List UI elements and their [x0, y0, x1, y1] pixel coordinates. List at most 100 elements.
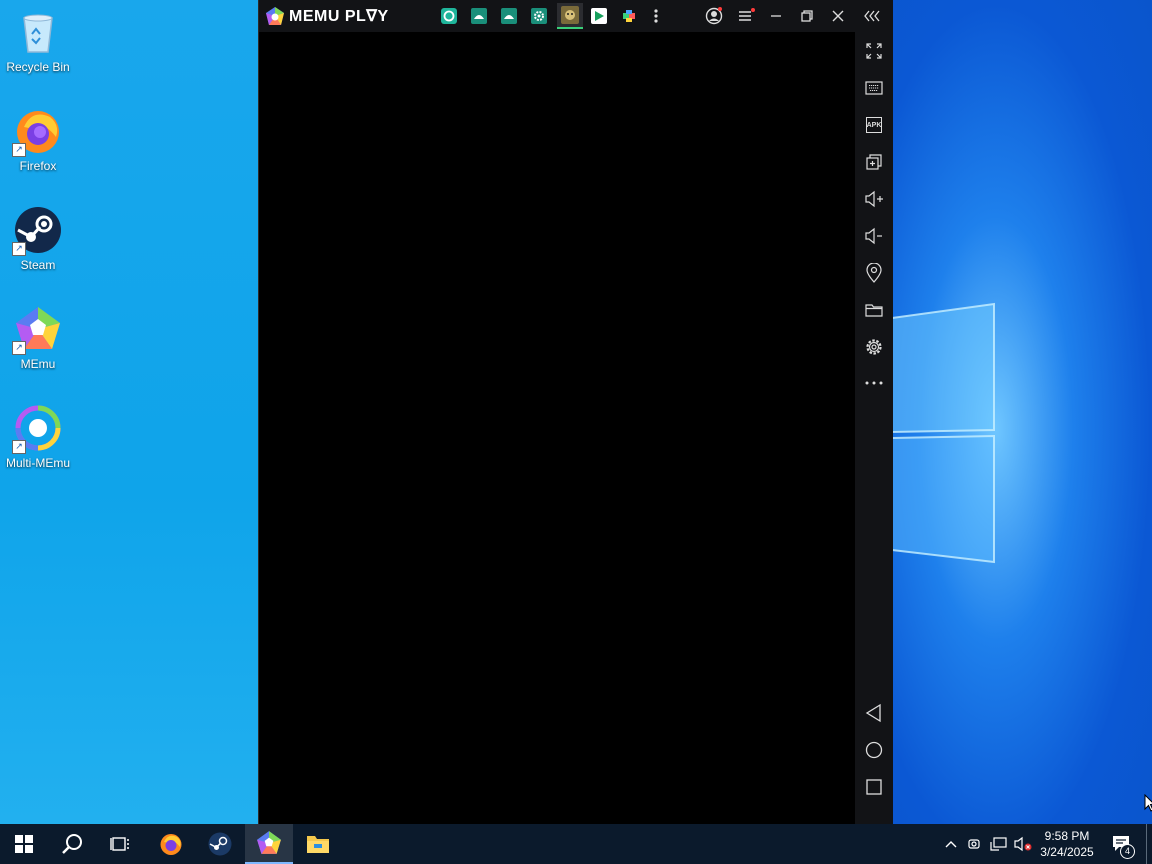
desktop-icon-label: MEmu: [20, 357, 56, 371]
desktop-icon-memu[interactable]: ↗ MEmu: [0, 297, 76, 371]
hamburger-menu-icon: [739, 8, 755, 21]
sidebar-folder-button[interactable]: [855, 295, 893, 325]
tab-app-google-play[interactable]: [589, 6, 609, 26]
memu-sidebar: APK: [855, 32, 893, 824]
puzzle-icon: [623, 10, 635, 22]
volume-muted-icon: [1014, 836, 1032, 852]
nav-home-button[interactable]: [855, 735, 893, 765]
android-screen[interactable]: [259, 32, 855, 824]
task-view-button[interactable]: [96, 824, 144, 864]
gear-icon: [866, 339, 882, 355]
video-camera-icon: [968, 839, 980, 849]
fullscreen-icon: [866, 43, 882, 59]
shortcut-arrow-icon: ↗: [12, 143, 26, 157]
tray-network[interactable]: [988, 824, 1010, 864]
tab-app-puzzle[interactable]: [619, 6, 639, 26]
tab-app-1[interactable]: [439, 6, 459, 26]
taskbar: 9:58 PM 3/24/2025 4: [0, 824, 1152, 864]
file-explorer-icon: [307, 836, 329, 853]
chevron-up-icon: [945, 841, 957, 848]
sidebar-multi-window-button[interactable]: [855, 147, 893, 177]
sidebar-fullscreen-button[interactable]: [855, 36, 893, 66]
taskbar-file-explorer[interactable]: [294, 824, 342, 864]
sidebar-location-button[interactable]: [855, 258, 893, 288]
taskbar-steam[interactable]: [196, 824, 244, 864]
memu-window: MEMU PL∇Y APK: [258, 0, 893, 824]
android-icon: [501, 8, 517, 24]
desktop-icon-label: Multi-MEmu: [5, 456, 70, 470]
desktop-icon-label: Firefox: [19, 159, 57, 173]
desktop-icon-multi-memu[interactable]: ↗ Multi-MEmu: [0, 396, 76, 470]
desktop-icon-recycle-bin[interactable]: Recycle Bin: [0, 0, 76, 74]
tab-app-settings[interactable]: [529, 6, 549, 26]
clock-time: 9:58 PM: [1044, 829, 1090, 843]
search-button[interactable]: [48, 824, 96, 864]
more-tabs-button[interactable]: [646, 6, 666, 26]
tab-app-3[interactable]: [499, 6, 519, 26]
show-hidden-icons-button[interactable]: [940, 824, 962, 864]
memu-logo-icon: [266, 7, 284, 25]
multi-memu-icon: ↗: [12, 404, 62, 454]
tray-volume[interactable]: [1012, 824, 1034, 864]
taskbar-firefox[interactable]: [147, 824, 195, 864]
search-icon: [62, 834, 82, 854]
steam-icon: ↗: [12, 206, 62, 256]
notification-count-badge: 4: [1120, 844, 1135, 859]
sidebar-keyboard-button[interactable]: [855, 73, 893, 103]
sidebar-apk-button[interactable]: APK: [855, 110, 893, 140]
nav-recent-button[interactable]: [855, 772, 893, 802]
notification-center-button[interactable]: 4: [1108, 824, 1136, 864]
volume-down-icon: [865, 227, 882, 245]
desktop-icon-steam[interactable]: ↗ Steam: [0, 198, 76, 272]
show-desktop-divider[interactable]: [1146, 824, 1147, 864]
account-button[interactable]: [704, 6, 724, 26]
close-button[interactable]: [828, 6, 848, 26]
memu-icon: ↗: [12, 305, 62, 355]
start-button[interactable]: [0, 824, 48, 864]
home-circle-icon: [865, 741, 883, 759]
triple-chevron-left-icon: [864, 10, 880, 22]
shortcut-arrow-icon: ↗: [12, 242, 26, 256]
volume-up-icon: [865, 190, 883, 208]
sidebar-more-button[interactable]: [855, 368, 893, 398]
sidebar-settings-button[interactable]: [855, 332, 893, 362]
tray-meet-now[interactable]: [964, 824, 986, 864]
steam-icon: [208, 832, 232, 856]
clock-date: 3/24/2025: [1040, 845, 1094, 859]
firefox-icon: [160, 834, 182, 855]
taskbar-clock[interactable]: 9:58 PM 3/24/2025: [1034, 828, 1100, 860]
tab-app-2[interactable]: [469, 6, 489, 26]
shortcut-arrow-icon: ↗: [12, 440, 26, 454]
shortcut-arrow-icon: ↗: [12, 341, 26, 355]
add-window-icon: [866, 154, 882, 170]
menu-button[interactable]: [736, 6, 756, 26]
sidebar-volume-up-button[interactable]: [855, 184, 893, 214]
memu-titlebar: MEMU PL∇Y: [259, 0, 893, 32]
play-store-circle-icon: [441, 8, 457, 24]
collapse-sidebar-button[interactable]: [863, 6, 883, 26]
google-play-icon: [591, 8, 607, 24]
user-avatar-icon: [705, 7, 723, 25]
vertical-dots-icon: [654, 9, 658, 23]
nav-back-button[interactable]: [855, 698, 893, 728]
desktop-icon-firefox[interactable]: ↗ Firefox: [0, 99, 76, 173]
back-triangle-icon: [865, 703, 881, 723]
recycle-bin-icon: [14, 8, 62, 56]
close-icon: [832, 10, 844, 22]
location-pin-icon: [866, 263, 882, 283]
network-icon: [990, 837, 1007, 851]
windows-logo-wallpaper: [892, 302, 995, 564]
recent-square-icon: [866, 779, 882, 795]
minimize-icon: [771, 15, 781, 17]
mouse-pointer-icon: [1144, 794, 1152, 812]
desktop-icon-label: Steam: [20, 258, 56, 272]
tab-app-game-active[interactable]: [557, 3, 583, 29]
task-view-icon: [110, 837, 129, 851]
memu-icon: [257, 831, 281, 854]
desktop-background-right: [892, 0, 1152, 824]
sidebar-volume-down-button[interactable]: [855, 221, 893, 251]
restore-button[interactable]: [797, 6, 817, 26]
taskbar-memu[interactable]: [245, 824, 293, 864]
desktop-icon-label: Recycle Bin: [6, 60, 70, 74]
minimize-button[interactable]: [766, 6, 786, 26]
